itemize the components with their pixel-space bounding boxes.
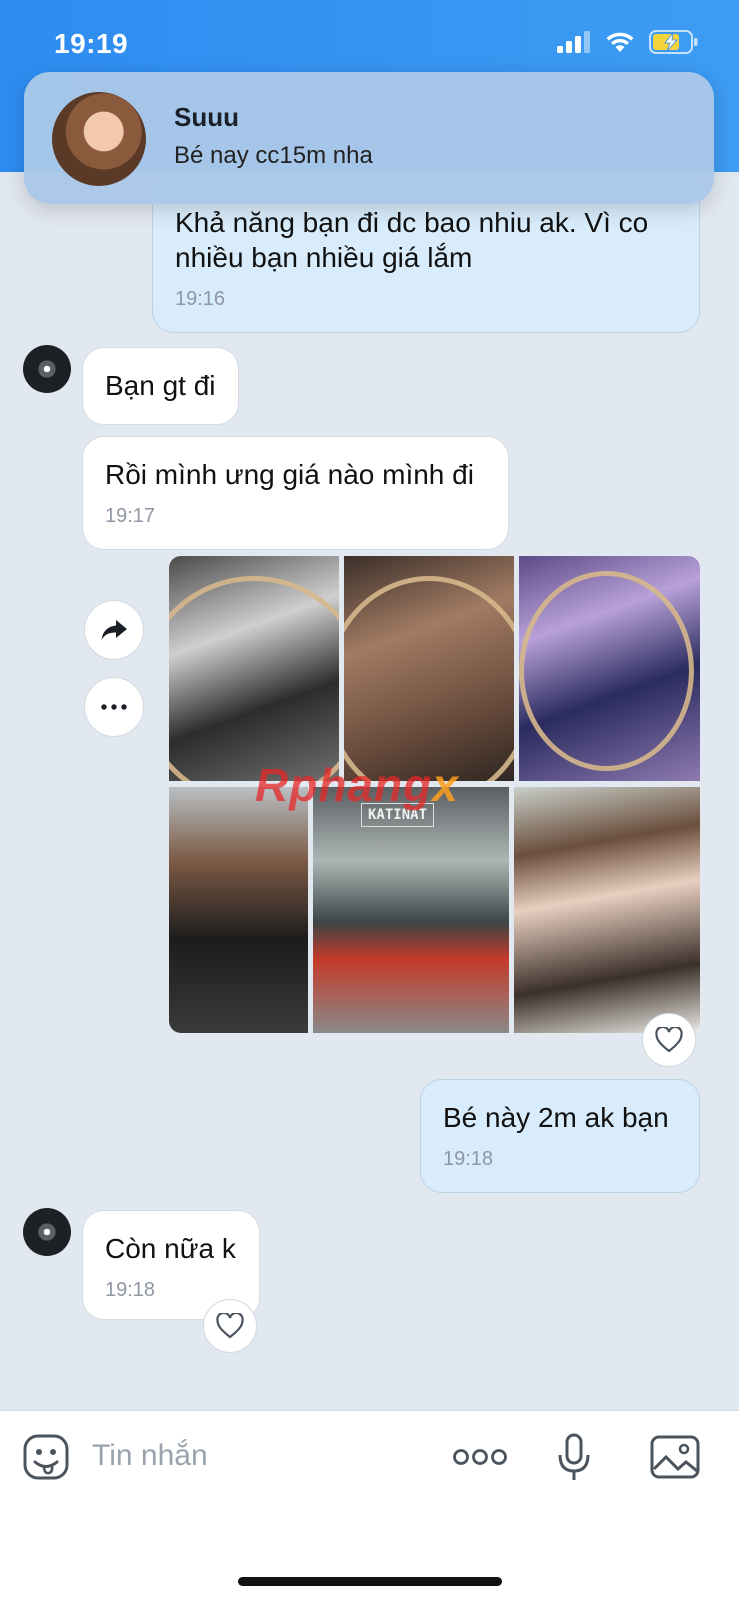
- sender-avatar: [52, 92, 146, 186]
- microphone-icon[interactable]: [556, 1433, 592, 1483]
- contact-avatar[interactable]: [23, 345, 71, 393]
- photo-thumbnail[interactable]: KATINAT: [313, 787, 509, 1033]
- contact-avatar[interactable]: [23, 1208, 71, 1256]
- message-text: Bạn gt đi: [105, 370, 216, 401]
- home-indicator[interactable]: [238, 1577, 502, 1586]
- message-composer: Tin nhắn: [0, 1410, 739, 1600]
- react-heart-button[interactable]: [642, 1013, 696, 1067]
- image-icon[interactable]: [650, 1435, 700, 1479]
- watermark-text: Rphang: [255, 759, 433, 811]
- watermark-accent: x: [432, 759, 459, 811]
- message-bubble-incoming[interactable]: Bạn gt đi: [82, 347, 239, 425]
- status-icons: [557, 30, 699, 54]
- more-button[interactable]: [84, 677, 144, 737]
- photo-hoop-prop: [169, 576, 339, 781]
- message-bubble-incoming[interactable]: Rồi mình ưng giá nào mình đi 19:17: [82, 436, 509, 550]
- more-options-icon[interactable]: [452, 1447, 508, 1467]
- message-time: 19:18: [105, 1279, 156, 1301]
- watermark-logo: Rphangx: [255, 758, 459, 812]
- wifi-icon: [606, 32, 634, 52]
- message-text: Rồi mình ưng giá nào mình đi: [105, 459, 474, 490]
- message-time: 19:17: [105, 505, 156, 527]
- photo-thumbnail[interactable]: [344, 556, 514, 781]
- message-time: 19:16: [175, 288, 226, 310]
- message-text: Bé này 2m ak bạn: [443, 1102, 669, 1133]
- sticker-icon[interactable]: [22, 1433, 70, 1481]
- photo-hoop-prop: [344, 576, 514, 781]
- more-icon: [101, 704, 127, 710]
- forward-icon: [101, 620, 127, 640]
- heart-icon: [655, 1027, 683, 1053]
- photo-thumbnail[interactable]: [169, 787, 308, 1033]
- message-time: 19:18: [443, 1148, 494, 1170]
- notification-banner[interactable]: Suuu Bé nay cc15m nha: [24, 72, 714, 204]
- photo-thumbnail[interactable]: [519, 556, 700, 781]
- battery-charging-icon: [649, 30, 698, 54]
- react-heart-button[interactable]: [203, 1299, 257, 1353]
- notification-message: Bé nay cc15m nha: [174, 142, 373, 169]
- status-time: 19:19: [54, 28, 129, 59]
- photo-thumbnail[interactable]: [514, 787, 700, 1033]
- heart-icon: [216, 1313, 244, 1339]
- message-text: Khả năng bạn đi dc bao nhiu ak. Vì co nh…: [175, 207, 649, 273]
- message-text: Còn nữa k: [105, 1233, 236, 1264]
- photo-hoop-prop: [519, 571, 694, 771]
- signal-icon: [557, 31, 590, 53]
- message-bubble-outgoing[interactable]: Bé này 2m ak bạn 19:18: [420, 1079, 700, 1193]
- photo-thumbnail[interactable]: [169, 556, 339, 781]
- message-input[interactable]: Tin nhắn: [92, 1439, 208, 1473]
- forward-button[interactable]: [84, 600, 144, 660]
- notification-sender: Suuu: [174, 102, 239, 132]
